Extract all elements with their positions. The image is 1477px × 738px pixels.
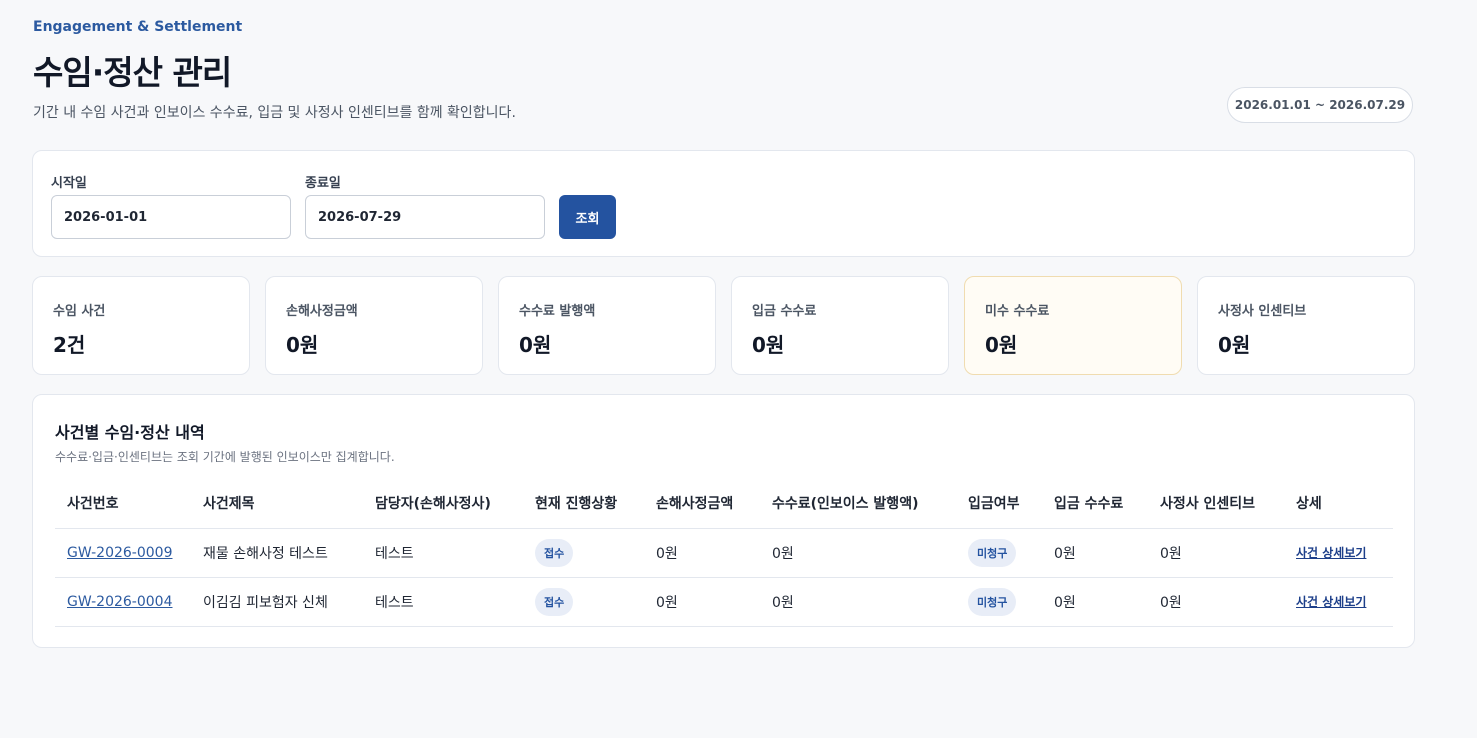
case-number-link[interactable]: GW-2026-0004 bbox=[67, 594, 173, 610]
period-badge: 2026.01.01 ~ 2026.07.29 bbox=[1227, 87, 1413, 123]
stat-card-incentive: 사정사 인센티브 0원 bbox=[1197, 276, 1415, 375]
end-date-label: 종료일 bbox=[305, 176, 341, 191]
stat-card-cases: 수임 사건 2건 bbox=[32, 276, 250, 375]
case-table: 사건번호 사건제목 담당자(손해사정사) 현재 진행상황 손해사정금액 수수료(… bbox=[55, 479, 1393, 627]
case-title: 재물 손해사정 테스트 bbox=[191, 528, 363, 578]
stat-value: 0원 bbox=[286, 333, 319, 357]
page-description: 기간 내 수임 사건과 인보이스 수수료, 입금 및 사정사 인센티브를 함께 … bbox=[33, 105, 516, 121]
stat-label: 사정사 인센티브 bbox=[1218, 304, 1307, 319]
stat-card-unpaid-fee: 미수 수수료 0원 bbox=[964, 276, 1182, 375]
page-title: 수임·정산 관리 bbox=[33, 53, 232, 92]
section-note: 수수료·입금·인센티브는 조회 기간에 발행된 인보이스만 집계합니다. bbox=[55, 450, 395, 464]
stat-value: 0원 bbox=[752, 333, 785, 357]
paid-fee: 0원 bbox=[1042, 577, 1148, 627]
start-date-label: 시작일 bbox=[51, 176, 87, 191]
fee-amount: 0원 bbox=[760, 528, 956, 578]
column-header: 담당자(손해사정사) bbox=[363, 479, 523, 529]
table-row: GW-2026-0004 이김김 피보험자 신체 테스트 접수 0원 0원 미청… bbox=[55, 577, 1393, 627]
table-row: GW-2026-0009 재물 손해사정 테스트 테스트 접수 0원 0원 미청… bbox=[55, 528, 1393, 578]
search-button[interactable]: 조회 bbox=[559, 195, 616, 239]
end-date-input[interactable] bbox=[305, 195, 545, 239]
stat-value: 0원 bbox=[519, 333, 552, 357]
stat-value: 0원 bbox=[985, 333, 1018, 357]
status-badge: 접수 bbox=[535, 538, 574, 567]
incentive: 0원 bbox=[1148, 577, 1284, 627]
payment-status-badge: 미청구 bbox=[968, 587, 1017, 616]
payment-status-badge: 미청구 bbox=[968, 538, 1017, 567]
stat-label: 수임 사건 bbox=[53, 304, 106, 319]
column-header: 입금 수수료 bbox=[1042, 479, 1148, 529]
stat-label: 입금 수수료 bbox=[752, 304, 817, 319]
start-date-input[interactable] bbox=[51, 195, 291, 239]
stat-card-adjust-amount: 손해사정금액 0원 bbox=[265, 276, 483, 375]
case-manager: 테스트 bbox=[363, 528, 523, 578]
column-header: 손해사정금액 bbox=[644, 479, 760, 529]
column-header: 현재 진행상황 bbox=[523, 479, 644, 529]
table-header-row: 사건번호 사건제목 담당자(손해사정사) 현재 진행상황 손해사정금액 수수료(… bbox=[55, 479, 1393, 529]
stat-label: 손해사정금액 bbox=[286, 304, 358, 319]
column-header: 사건제목 bbox=[191, 479, 363, 529]
status-badge: 접수 bbox=[535, 587, 574, 616]
column-header: 수수료(인보이스 발행액) bbox=[760, 479, 956, 529]
case-settlement-panel: 사건별 수임·정산 내역 수수료·입금·인센티브는 조회 기간에 발행된 인보이… bbox=[32, 394, 1415, 648]
case-detail-link[interactable]: 사건 상세보기 bbox=[1296, 595, 1366, 609]
stat-value: 2건 bbox=[53, 333, 86, 357]
column-header: 사건번호 bbox=[55, 479, 191, 529]
stat-label: 수수료 발행액 bbox=[519, 304, 596, 319]
paid-fee: 0원 bbox=[1042, 528, 1148, 578]
case-manager: 테스트 bbox=[363, 577, 523, 627]
section-title: 사건별 수임·정산 내역 bbox=[55, 423, 205, 442]
fee-amount: 0원 bbox=[760, 577, 956, 627]
incentive: 0원 bbox=[1148, 528, 1284, 578]
stat-card-fee-issued: 수수료 발행액 0원 bbox=[498, 276, 716, 375]
case-detail-link[interactable]: 사건 상세보기 bbox=[1296, 546, 1366, 560]
filter-panel: 시작일 종료일 조회 bbox=[32, 150, 1415, 257]
stat-value: 0원 bbox=[1218, 333, 1251, 357]
page-eyebrow: Engagement & Settlement bbox=[33, 19, 243, 35]
adjust-amount: 0원 bbox=[644, 577, 760, 627]
column-header: 상세 bbox=[1284, 479, 1393, 529]
stat-label: 미수 수수료 bbox=[985, 304, 1050, 319]
stat-card-paid-fee: 입금 수수료 0원 bbox=[731, 276, 949, 375]
case-number-link[interactable]: GW-2026-0009 bbox=[67, 545, 173, 561]
adjust-amount: 0원 bbox=[644, 528, 760, 578]
column-header: 사정사 인센티브 bbox=[1148, 479, 1284, 529]
case-title: 이김김 피보험자 신체 bbox=[191, 577, 363, 627]
column-header: 입금여부 bbox=[956, 479, 1042, 529]
